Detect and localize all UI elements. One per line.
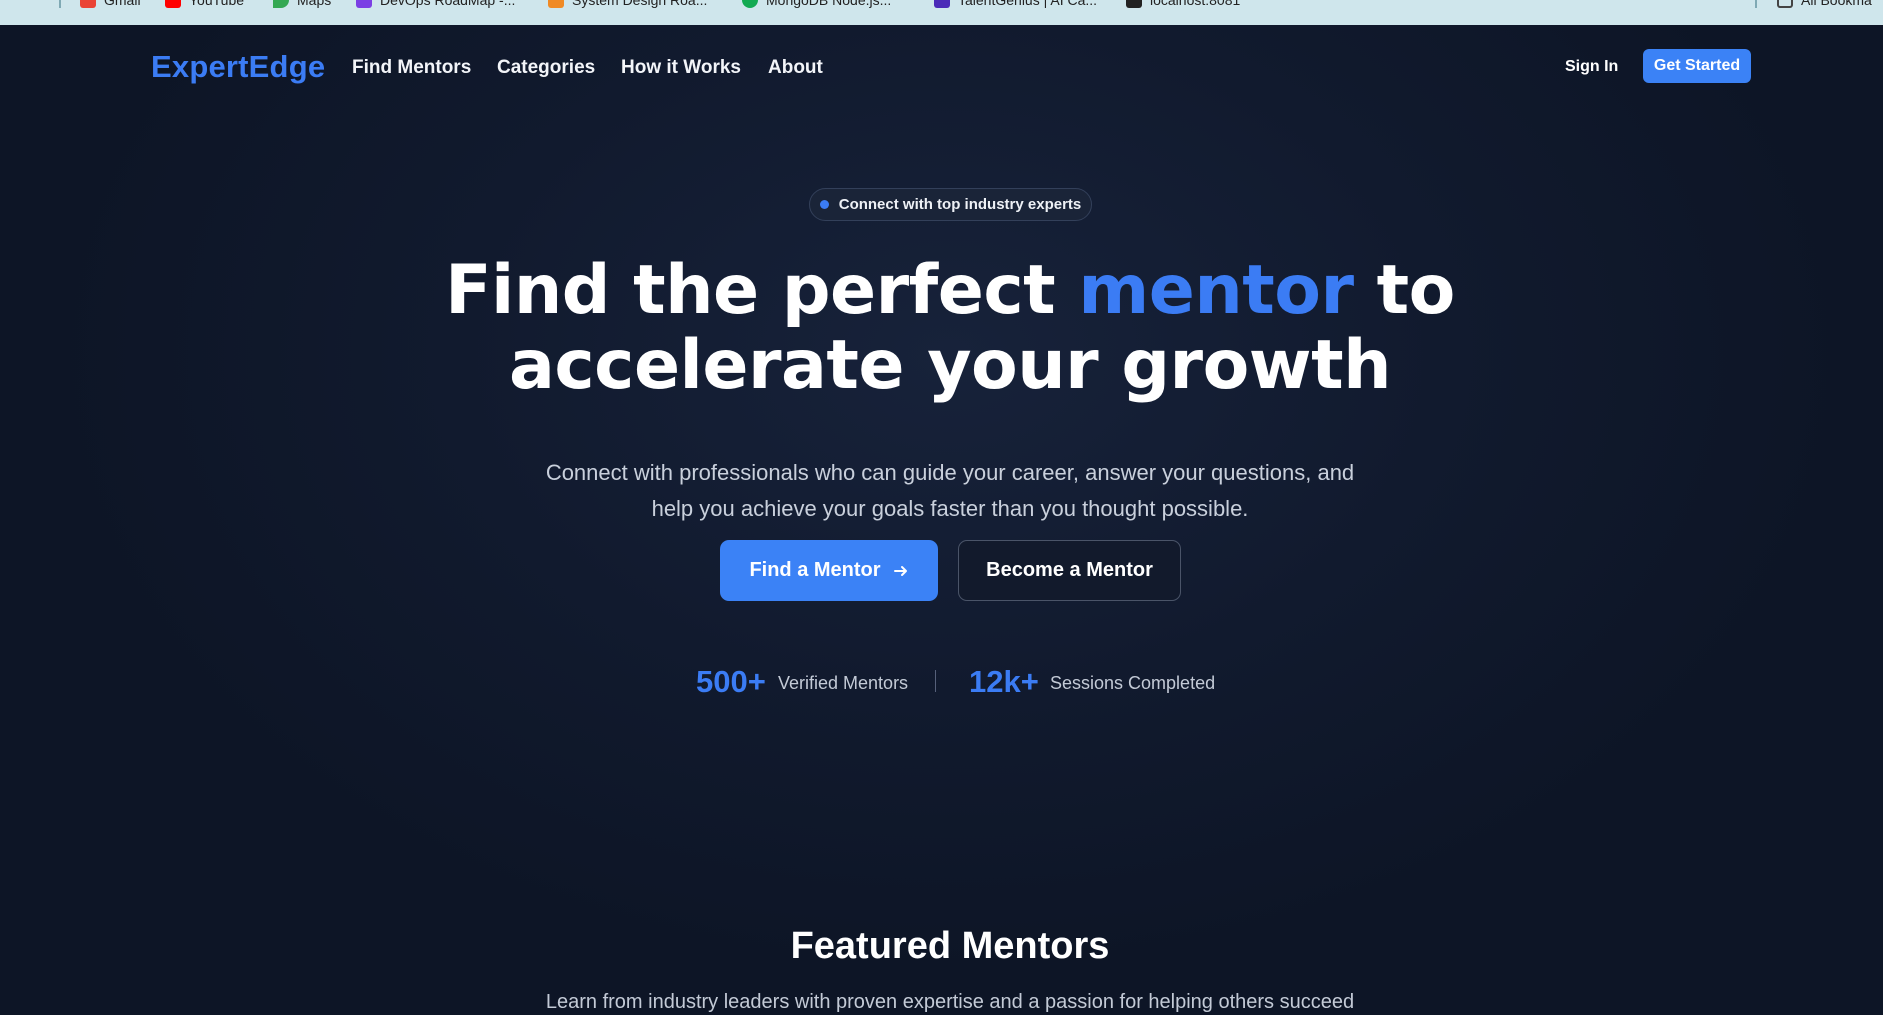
hero-subtext: Connect with professionals who can guide… [490, 455, 1410, 527]
bookmark-label: YouTube [189, 0, 245, 8]
gmail-icon [80, 0, 96, 8]
bookmark-devops-roadmap[interactable]: DevOps RoadMap -... [356, 0, 515, 9]
headline-accent: mentor [1078, 251, 1354, 330]
system-design-icon [548, 0, 564, 8]
youtube-icon [165, 0, 181, 8]
nav-link-how-it-works[interactable]: How it Works [621, 57, 741, 79]
stat-mentors-value: 500+ [696, 664, 766, 699]
bookmark-localhost[interactable]: localhost:8081 [1126, 0, 1240, 9]
nav-link-about[interactable]: About [768, 57, 823, 79]
bookmark-label: MongoDB Node.js... [766, 0, 892, 8]
stat-sessions-value: 12k+ [969, 664, 1039, 699]
devops-icon [356, 0, 372, 8]
bookmarks-bar: Gmail YouTube Maps DevOps RoadMap -... S… [0, 0, 1883, 25]
mongodb-icon [742, 0, 758, 8]
bookmark-label: localhost:8081 [1150, 0, 1241, 8]
all-bookmarks-label: All Bookma [1801, 0, 1872, 8]
headline-line-2: accelerate your growth [508, 326, 1392, 405]
subtext-line-2: help you achieve your goals faster than … [651, 496, 1249, 521]
stats-divider [935, 670, 936, 692]
find-a-mentor-label: Find a Mentor [749, 559, 881, 581]
folder-icon [1777, 0, 1793, 8]
hero-headline: Find the perfect mentor to accelerate yo… [0, 253, 1883, 403]
featured-mentors-title: Featured Mentors [790, 925, 1110, 967]
arrow-right-icon [893, 565, 907, 576]
bookmark-talentgenius[interactable]: TalentGenius | AI Ca... [934, 0, 1097, 9]
bookmark-mongodb[interactable]: MongoDB Node.js... [742, 0, 891, 9]
landing-page: ExpertEdge Find Mentors Categories How i… [0, 25, 1883, 1015]
get-started-button[interactable]: Get Started [1643, 49, 1751, 83]
bookmark-youtube[interactable]: YouTube [165, 0, 244, 9]
nav-link-categories[interactable]: Categories [497, 57, 595, 79]
nav-link-find-mentors[interactable]: Find Mentors [352, 57, 471, 79]
maps-icon [273, 0, 289, 8]
become-a-mentor-button[interactable]: Become a Mentor [958, 540, 1181, 601]
bookmark-label: Gmail [104, 0, 141, 8]
bookmark-label: System Design Roa... [572, 0, 708, 8]
bookmarks-divider [1755, 0, 1757, 8]
subtext-line-1: Connect with professionals who can guide… [545, 460, 1355, 485]
bookmark-system-design[interactable]: System Design Roa... [548, 0, 707, 9]
stat-sessions-label: Sessions Completed [1050, 673, 1216, 693]
headline-part: to [1353, 251, 1456, 330]
find-a-mentor-button[interactable]: Find a Mentor [720, 540, 938, 601]
bookmark-label: DevOps RoadMap -... [380, 0, 516, 8]
bookmark-maps[interactable]: Maps [273, 0, 331, 9]
stat-mentors-label: Verified Mentors [778, 673, 909, 693]
top-navigation: ExpertEdge Find Mentors Categories How i… [0, 25, 1883, 111]
site-logo[interactable]: ExpertEdge [151, 49, 325, 85]
localhost-icon [1126, 0, 1142, 8]
hero-badge: Connect with top industry experts [809, 188, 1092, 221]
bookmark-label: Maps [297, 0, 332, 8]
talentgenius-icon [934, 0, 950, 8]
badge-dot-icon [819, 200, 829, 209]
bookmark-gmail[interactable]: Gmail [80, 0, 141, 9]
headline-part: Find the perfect [445, 251, 1079, 330]
all-bookmarks[interactable]: All Bookma [1777, 0, 1872, 9]
featured-mentors-subtitle: Learn from industry leaders with proven … [545, 991, 1355, 1013]
apps-grid-icon[interactable] [24, 0, 42, 8]
bookmarks-divider [59, 0, 61, 8]
hero-badge-text: Connect with top industry experts [838, 196, 1082, 213]
sign-in-link[interactable]: Sign In [1565, 58, 1618, 76]
bookmark-label: TalentGenius | AI Ca... [958, 0, 1098, 8]
